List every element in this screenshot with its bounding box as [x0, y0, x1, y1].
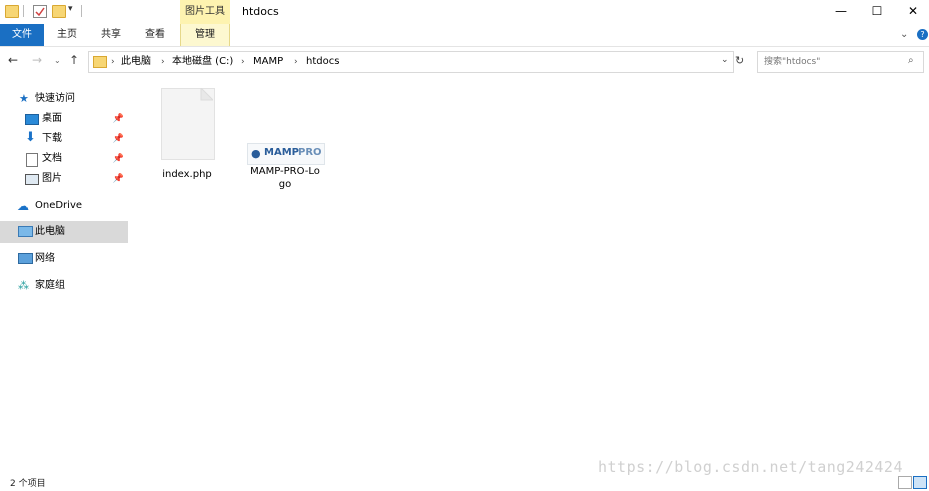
pin-icon[interactable]: 📌	[113, 128, 124, 150]
nav-label: 图片	[42, 173, 62, 184]
tab-manage[interactable]: 管理	[180, 24, 230, 46]
document-icon	[26, 153, 38, 167]
up-arrow-icon[interactable]: ↑	[69, 53, 79, 67]
nav-network[interactable]: 网络	[0, 248, 128, 270]
computer-icon	[18, 226, 33, 237]
nav-label: 网络	[35, 253, 55, 264]
search-box[interactable]: 搜索"htdocs" ⌕	[757, 51, 924, 73]
nav-label: OneDrive	[35, 200, 83, 211]
recent-locations-icon[interactable]: ⌄	[54, 56, 61, 65]
properties-icon[interactable]	[33, 5, 47, 18]
breadcrumb-separator-icon[interactable]: ›	[241, 52, 245, 72]
back-arrow-icon[interactable]: ←	[8, 53, 18, 67]
pin-icon[interactable]: 📌	[113, 108, 124, 130]
nav-quick-access[interactable]: ★ 快速访问	[0, 88, 128, 110]
forward-arrow-icon[interactable]: →	[32, 53, 42, 67]
item-count: 2 个项目	[10, 479, 46, 489]
breadcrumb-mamp[interactable]: MAMP	[253, 52, 283, 72]
download-icon: ⬇	[25, 130, 36, 145]
file-name: index.php	[162, 169, 212, 180]
minimize-button[interactable]: —	[824, 0, 858, 24]
folder-icon	[5, 5, 19, 18]
nav-label: 家庭组	[35, 280, 65, 291]
breadcrumb-separator-icon[interactable]: ›	[111, 52, 115, 72]
network-icon	[18, 253, 33, 264]
file-item-index[interactable]: index.php	[144, 86, 230, 186]
pictures-icon	[25, 174, 39, 185]
tab-home[interactable]: 主页	[48, 24, 86, 46]
elephant-icon: ●	[251, 147, 261, 160]
tab-share[interactable]: 共享	[92, 24, 130, 46]
file-list: index.php ● MAMP PRO MAMP-PRO-Lo go	[130, 80, 920, 470]
breadcrumb-this-pc[interactable]: 此电脑	[121, 52, 151, 72]
address-bar[interactable]: › 此电脑 › 本地磁盘 (C:) › MAMP › htdocs ⌄	[88, 51, 734, 73]
breadcrumb-htdocs[interactable]: htdocs	[306, 52, 339, 72]
nav-item-documents[interactable]: 文档 📌	[0, 148, 128, 170]
nav-label: 快速访问	[35, 93, 75, 104]
quick-access-dropdown-icon[interactable]: ▾	[68, 4, 73, 14]
desktop-icon	[25, 114, 39, 125]
star-icon: ★	[19, 92, 29, 105]
search-input-placeholder[interactable]: 搜索"htdocs"	[764, 52, 820, 72]
tab-view[interactable]: 查看	[136, 24, 174, 46]
large-icons-view-icon[interactable]	[913, 476, 927, 489]
breadcrumb-separator-icon[interactable]: ›	[294, 52, 298, 72]
nav-label: 此电脑	[35, 226, 65, 237]
tab-file[interactable]: 文件	[0, 24, 44, 46]
nav-onedrive[interactable]: ☁ OneDrive	[0, 195, 128, 217]
watermark: https://blog.csdn.net/tang242424	[598, 458, 903, 476]
cloud-icon: ☁	[17, 199, 29, 213]
expand-ribbon-icon[interactable]: ⌄	[900, 29, 908, 40]
homegroup-icon: ⁂	[18, 279, 29, 292]
refresh-icon[interactable]: ↻	[735, 54, 744, 67]
nav-homegroup[interactable]: ⁂ 家庭组	[0, 275, 128, 297]
file-item-mamp-logo[interactable]: ● MAMP PRO MAMP-PRO-Lo go	[242, 142, 328, 202]
close-button[interactable]: ✕	[896, 0, 929, 24]
divider	[23, 5, 24, 17]
status-bar: 2 个项目	[0, 474, 929, 491]
nav-item-downloads[interactable]: ⬇ 下载 📌	[0, 128, 128, 150]
new-folder-icon[interactable]	[52, 5, 66, 18]
maximize-button[interactable]: ☐	[860, 0, 894, 24]
details-view-icon[interactable]	[898, 476, 912, 489]
breadcrumb-separator-icon[interactable]: ›	[161, 52, 165, 72]
pin-icon[interactable]: 📌	[113, 168, 124, 190]
folder-icon	[93, 56, 107, 68]
blank-file-icon	[161, 88, 215, 160]
nav-label: 文档	[42, 153, 62, 164]
nav-this-pc[interactable]: 此电脑	[0, 221, 128, 243]
nav-item-pictures[interactable]: 图片 📌	[0, 168, 128, 190]
picture-tools-header: 图片工具	[180, 0, 230, 24]
divider	[81, 5, 82, 17]
nav-item-desktop[interactable]: 桌面 📌	[0, 108, 128, 130]
pin-icon[interactable]: 📌	[113, 148, 124, 170]
window-title: htdocs	[242, 5, 279, 18]
logo-text: MAMP	[264, 147, 299, 158]
nav-label: 桌面	[42, 113, 62, 124]
address-dropdown-icon[interactable]: ⌄	[721, 55, 729, 65]
breadcrumb-local-disk[interactable]: 本地磁盘 (C:)	[172, 52, 233, 72]
nav-label: 下载	[42, 133, 62, 144]
ribbon-tabs: 文件 主页 共享 查看 管理 ⌄ ?	[0, 24, 929, 47]
help-icon[interactable]: ?	[917, 29, 928, 40]
navigation-pane: ★ 快速访问 桌面 📌 ⬇ 下载 📌 文档 📌 图片 📌 ☁ OneDrive …	[0, 80, 130, 475]
search-icon[interactable]: ⌕	[908, 55, 914, 66]
address-row: ← → ⌄ ↑ › 此电脑 › 本地磁盘 (C:) › MAMP › htdoc…	[0, 47, 929, 75]
mamp-pro-logo-thumbnail: ● MAMP PRO	[247, 143, 325, 165]
title-bar: ▾ 图片工具 htdocs — ☐ ✕	[0, 0, 929, 24]
logo-text: PRO	[298, 147, 322, 158]
file-name: MAMP-PRO-Lo go	[250, 166, 320, 190]
